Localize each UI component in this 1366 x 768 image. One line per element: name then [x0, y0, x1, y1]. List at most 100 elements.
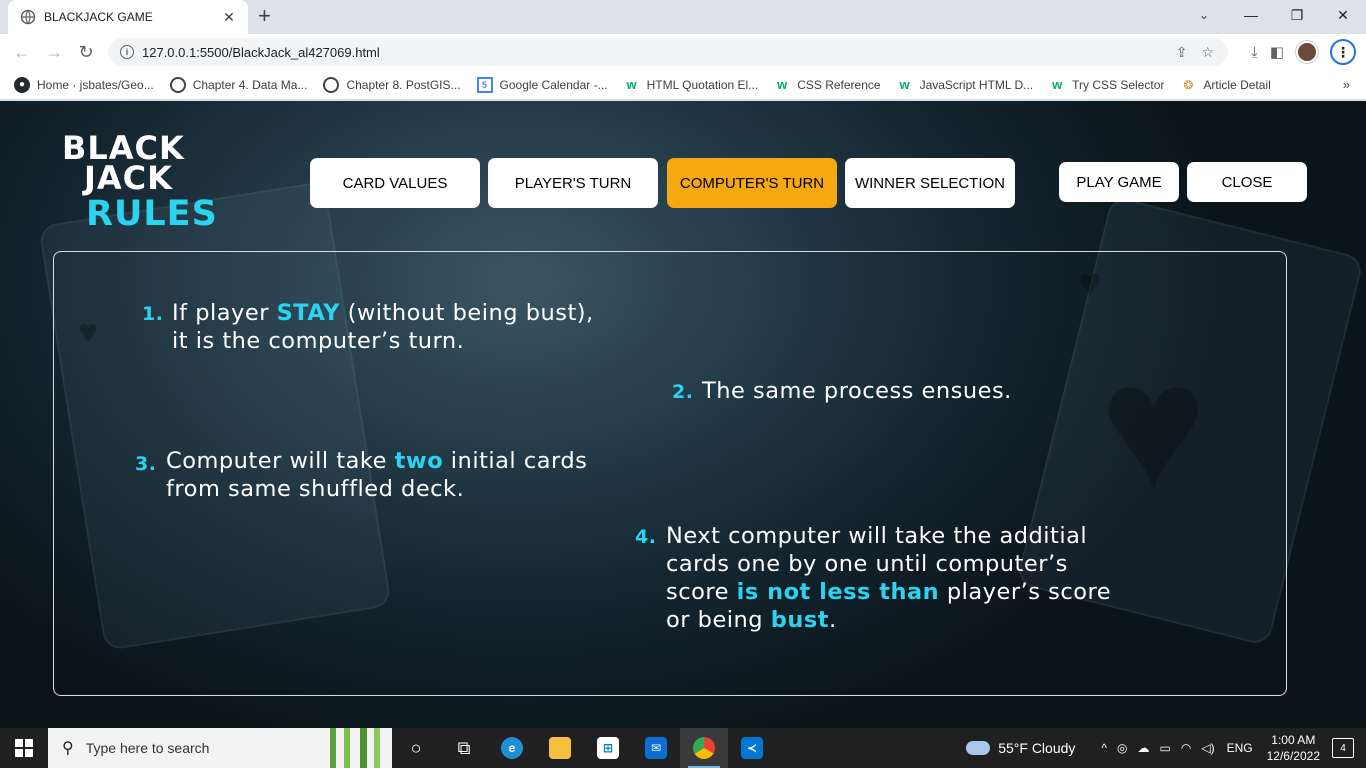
volume-icon[interactable]: ◁) — [1201, 741, 1214, 755]
tab-card-values[interactable]: CARD VALUES — [310, 158, 480, 208]
mail-icon[interactable]: ✉ — [632, 728, 680, 768]
weather-text: 55°F Cloudy — [998, 740, 1076, 756]
url-text[interactable]: 127.0.0.1:5500/BlackJack_al427069.html — [142, 45, 380, 60]
github-icon: ● — [14, 76, 30, 93]
taskbar: ⚲ Type here to search ○ ⧉ e ⊞ ✉ ≺ 55°F C… — [0, 728, 1366, 768]
w3-icon: w — [626, 77, 637, 92]
globe-icon — [20, 9, 36, 25]
tray-icons: ^ ◎ ☁ ▭ ◠ ◁) — [1101, 741, 1214, 755]
rule-number: 3. — [135, 453, 157, 475]
minimize-icon[interactable]: — — [1228, 0, 1274, 30]
rule-number: 2. — [672, 381, 694, 403]
clock-time: 1:00 AM — [1271, 733, 1316, 747]
bookmark-label: Home · jsbates/Geo... — [37, 77, 154, 92]
bookmark-item[interactable]: Chapter 8. PostGIS... — [323, 76, 461, 93]
vscode-icon[interactable]: ≺ — [728, 728, 776, 768]
bookmarks-bar: ● Home · jsbates/Geo... Chapter 4. Data M… — [0, 70, 1366, 100]
tab-strip: BLACKJACK GAME ✕ + ⌄ — ❐ ✕ — [0, 0, 1366, 34]
profile-avatar[interactable] — [1296, 41, 1318, 63]
bookmark-label: Chapter 8. PostGIS... — [346, 77, 461, 92]
w3-icon: w — [1052, 77, 1063, 92]
close-button[interactable]: CLOSE — [1187, 162, 1307, 202]
notification-count: 4 — [1340, 742, 1346, 754]
onedrive-icon[interactable]: ☁ — [1138, 741, 1150, 755]
search-highlight-image — [330, 728, 386, 768]
windows-start-icon[interactable] — [0, 728, 48, 768]
edge-icon[interactable]: e — [488, 728, 536, 768]
chapter-icon — [323, 76, 340, 93]
bookmark-item[interactable]: Chapter 4. Data Ma... — [169, 76, 308, 93]
bookmark-label: HTML Quotation El... — [646, 77, 759, 92]
bookmark-label: Article Detail — [1203, 77, 1271, 92]
bookmark-item[interactable]: ❂ Article Detail — [1180, 77, 1270, 93]
logo-line: RULES — [86, 194, 218, 234]
site-info-icon[interactable]: i — [120, 45, 134, 59]
bookmark-label: CSS Reference — [797, 77, 881, 92]
chevron-down-icon[interactable]: ⌄ — [1192, 4, 1216, 26]
rule-text: The same process ensues. — [702, 378, 1012, 404]
side-panel-icon[interactable]: ◧ — [1270, 43, 1284, 61]
bookmark-label: Try CSS Selector — [1072, 77, 1165, 92]
browser-toolbar: ← → ↻ i 127.0.0.1:5500/BlackJack_al42706… — [0, 34, 1366, 70]
share-icon[interactable]: ⇪ — [1176, 44, 1188, 61]
rule-text: Computer will take two initial cards — [166, 448, 588, 474]
more-bookmarks-icon[interactable]: » — [1343, 77, 1350, 92]
close-tab-icon[interactable]: ✕ — [220, 9, 238, 26]
browser-tab[interactable]: BLACKJACK GAME ✕ — [8, 0, 248, 34]
wifi-icon[interactable]: ◠ — [1181, 741, 1191, 755]
bookmark-label: JavaScript HTML D... — [919, 77, 1034, 92]
battery-icon[interactable]: ▭ — [1160, 741, 1171, 755]
play-game-button[interactable]: PLAY GAME — [1059, 162, 1179, 202]
rule-text: from same shuffled deck. — [166, 476, 465, 502]
rule-item: 3. Computer will take two initial cards … — [135, 447, 587, 503]
close-window-icon[interactable]: ✕ — [1320, 0, 1366, 30]
tab-computers-turn[interactable]: COMPUTER'S TURN — [667, 158, 837, 208]
article-icon: ❂ — [1183, 77, 1194, 92]
store-icon[interactable]: ⊞ — [584, 728, 632, 768]
calendar-icon: 5 — [476, 76, 493, 93]
bookmark-item[interactable]: w HTML Quotation El... — [624, 77, 759, 93]
clock-date: 12/6/2022 — [1266, 749, 1320, 763]
cloud-icon — [966, 741, 991, 755]
download-icon[interactable]: ⤓ — [1251, 44, 1258, 61]
bookmark-label: Google Calendar -... — [499, 77, 608, 92]
rule-number: 4. — [635, 526, 657, 548]
tab-winner-selection[interactable]: WINNER SELECTION — [845, 158, 1015, 208]
file-explorer-icon[interactable] — [536, 728, 584, 768]
w3-icon: w — [777, 77, 788, 92]
back-icon[interactable]: ← — [6, 36, 38, 68]
bookmark-star-icon[interactable]: ☆ — [1201, 44, 1214, 61]
bookmark-item[interactable]: w JavaScript HTML D... — [897, 77, 1034, 93]
address-bar[interactable]: i 127.0.0.1:5500/BlackJack_al427069.html… — [108, 38, 1228, 66]
notification-icon[interactable]: 4 — [1332, 738, 1354, 758]
bookmark-item[interactable]: ● Home · jsbates/Geo... — [14, 76, 154, 93]
weather-widget[interactable]: 55°F Cloudy — [966, 740, 1075, 756]
new-tab-icon[interactable]: + — [258, 5, 271, 27]
language-indicator[interactable]: ENG — [1227, 741, 1253, 755]
rule-item: 1. If player STAY (without being bust), … — [142, 299, 594, 355]
reload-icon[interactable]: ↻ — [70, 36, 102, 68]
tab-players-turn[interactable]: PLAYER'S TURN — [488, 158, 658, 208]
logo-line: JACK — [84, 159, 173, 197]
chapter-icon — [169, 76, 186, 93]
clock[interactable]: 1:00 AM 12/6/2022 — [1267, 732, 1320, 764]
meet-icon[interactable]: ◎ — [1117, 741, 1127, 755]
page-viewport: ♥ ♥ ♥ BLACK JACK RULES CARD VALUES PLAYE… — [0, 101, 1366, 728]
bookmark-item[interactable]: w CSS Reference — [774, 77, 880, 93]
bookmark-item[interactable]: w Try CSS Selector — [1049, 77, 1164, 93]
restore-icon[interactable]: ❐ — [1274, 0, 1320, 30]
tab-title: BLACKJACK GAME — [44, 10, 153, 24]
rule-text: Next computer will take the additial — [666, 523, 1088, 549]
menu-icon[interactable]: ⋮ — [1330, 39, 1356, 65]
taskbar-search[interactable]: ⚲ Type here to search — [48, 728, 392, 768]
cortana-icon[interactable]: ○ — [392, 728, 440, 768]
chrome-icon[interactable] — [680, 728, 728, 768]
bookmark-item[interactable]: 5 Google Calendar -... — [476, 76, 608, 93]
rule-text: it is the computer’s turn. — [172, 328, 465, 354]
chevron-up-icon[interactable]: ^ — [1101, 741, 1107, 755]
task-view-icon[interactable]: ⧉ — [440, 728, 488, 768]
forward-icon[interactable]: → — [38, 36, 70, 68]
rule-text: If player STAY (without being bust), — [172, 300, 594, 326]
window-controls: — ❐ ✕ — [1228, 0, 1366, 30]
bookmark-label: Chapter 4. Data Ma... — [192, 77, 308, 92]
